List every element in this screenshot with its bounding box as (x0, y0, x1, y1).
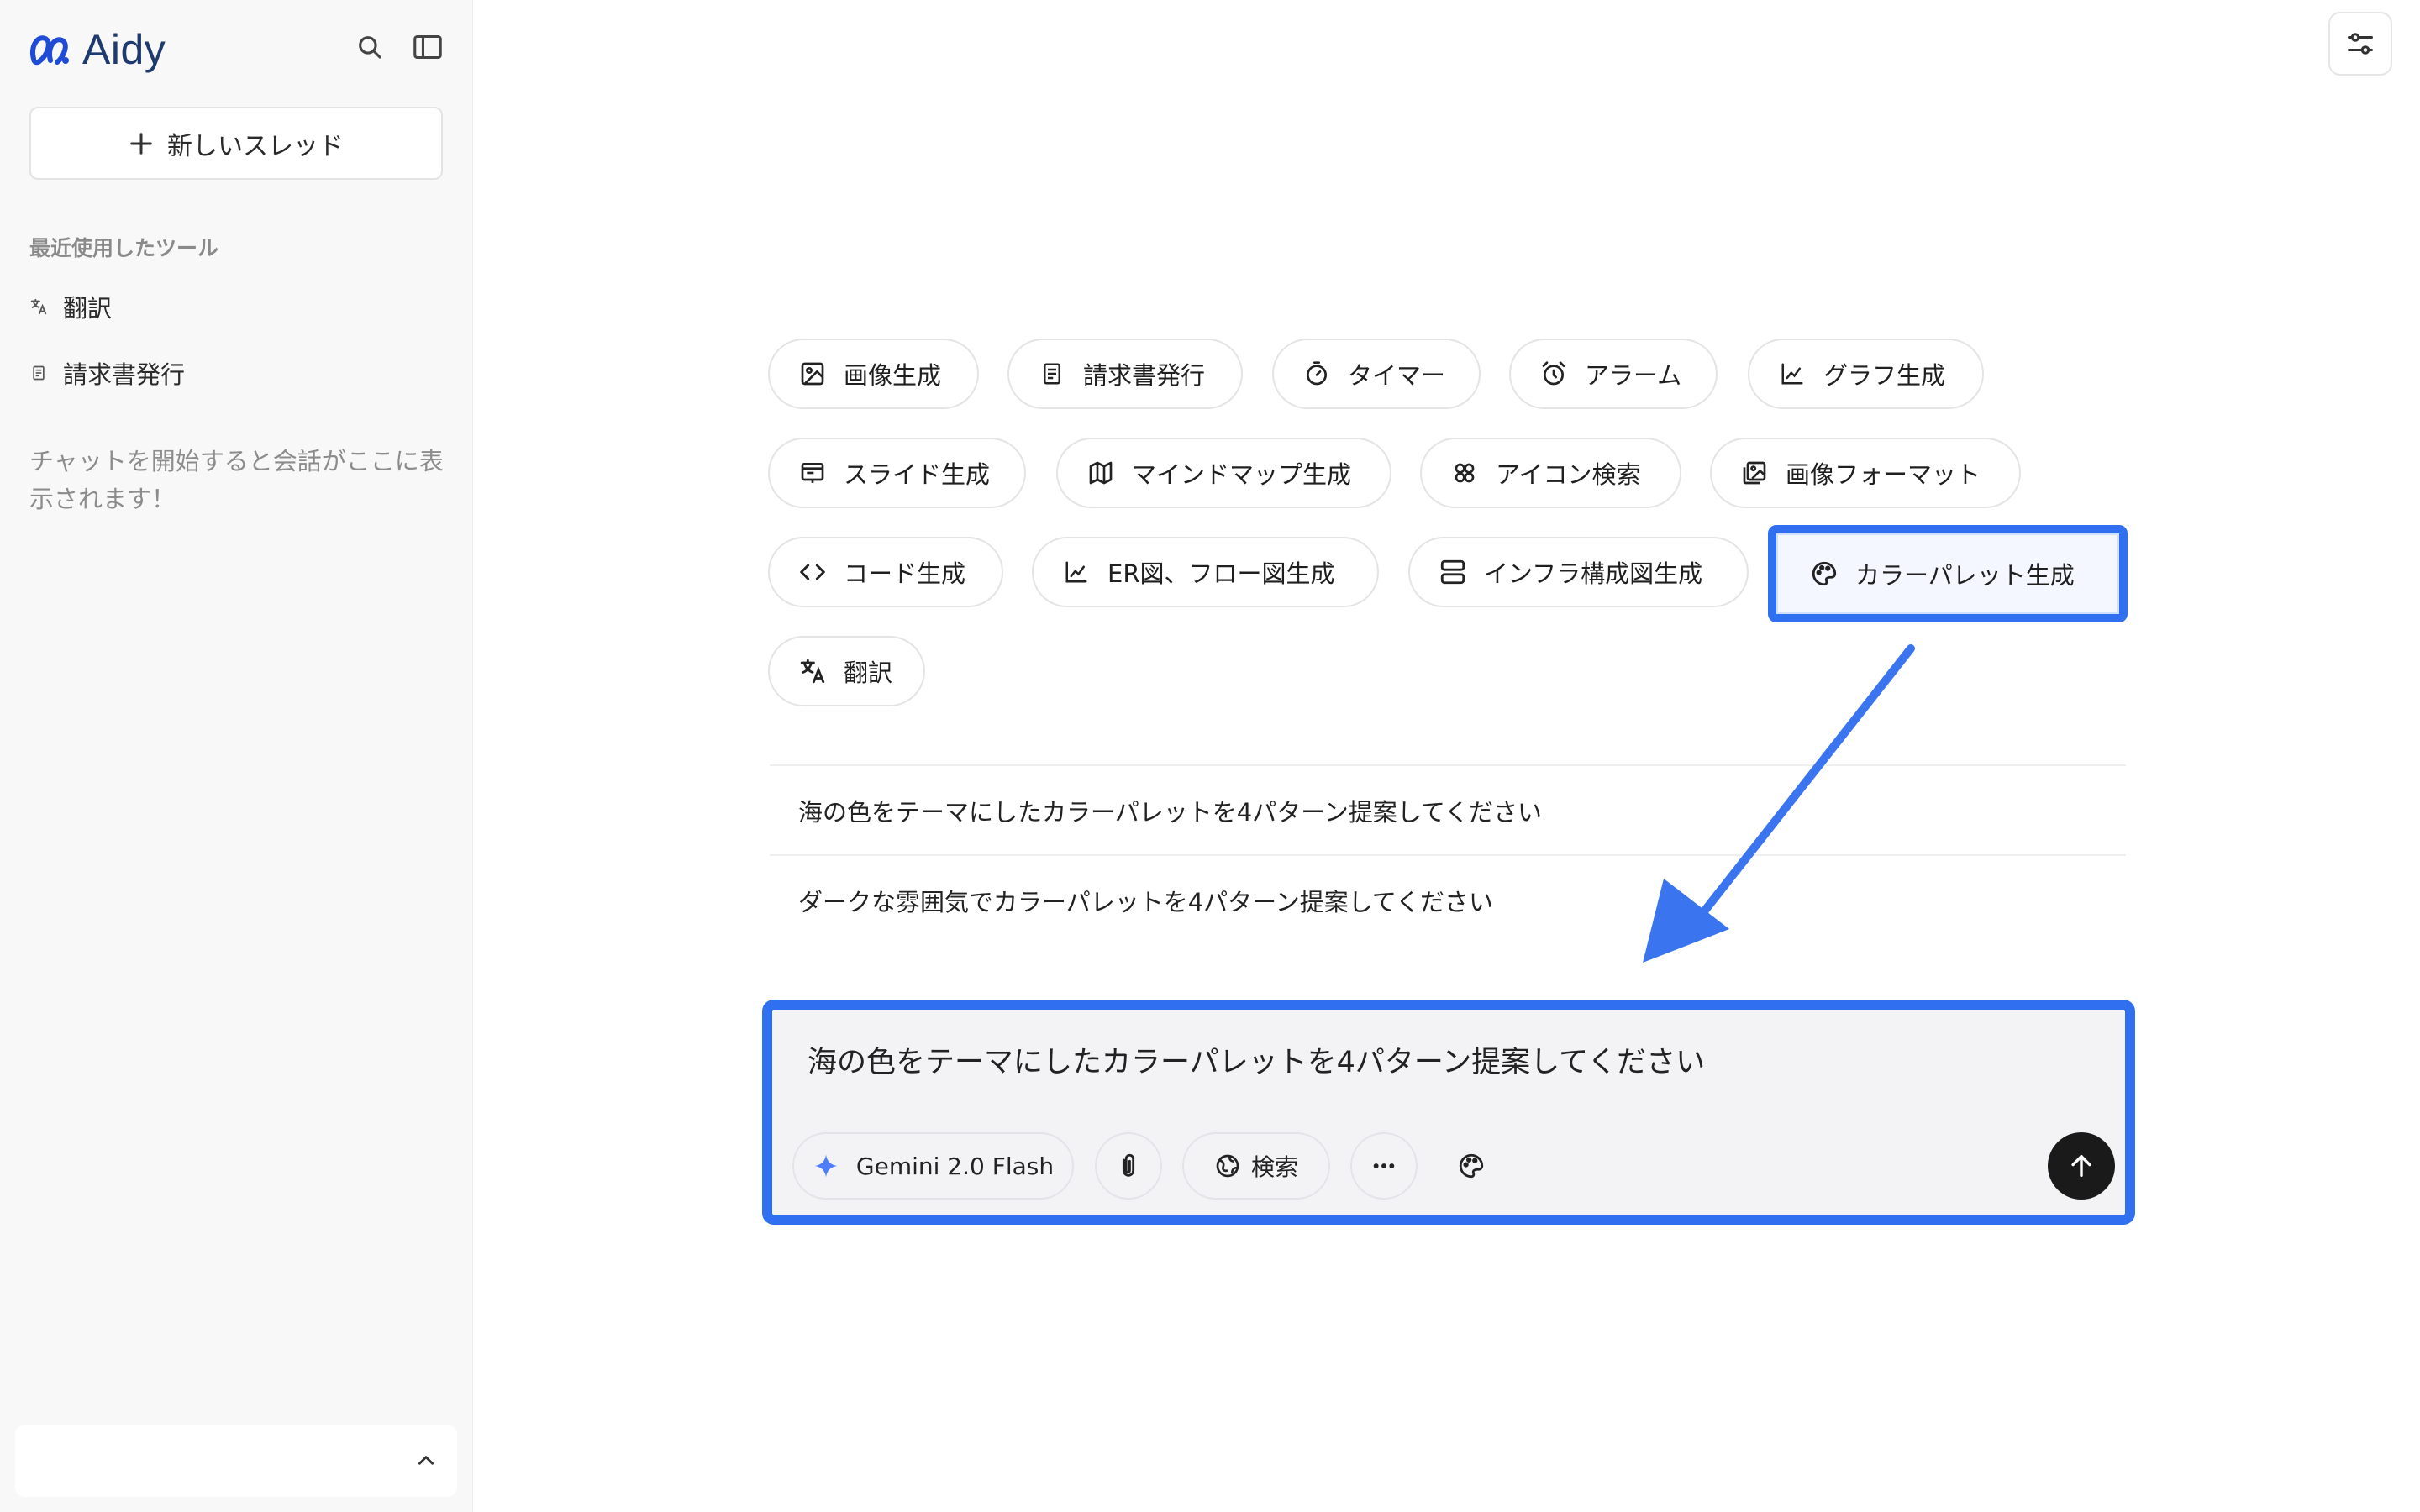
composer-input[interactable]: 海の色をテーマにしたカラーパレットを4パターン提案してください (808, 1038, 1705, 1081)
tool-chip-label: ER図、フロー図生成 (1107, 559, 1335, 588)
tool-chip-chart[interactable]: グラフ生成 (1748, 339, 1984, 409)
suggestion-item[interactable]: ダークな雰囲気でカラーパレットを4パターン提案してください (798, 883, 1493, 918)
icons-icon (1450, 459, 1479, 487)
divider (770, 854, 2126, 856)
tool-chip-translate[interactable]: 翻訳 (768, 636, 925, 706)
brand[interactable]: Aidy (29, 25, 166, 74)
tool-chip-slide[interactable]: スライド生成 (768, 438, 1026, 508)
code-icon (798, 558, 827, 586)
tool-chip-color-palette[interactable]: カラーパレット生成 (1768, 525, 2128, 622)
tool-chip-label: 画像フォーマット (1786, 460, 1981, 489)
tool-chip-label: タイマー (1348, 361, 1446, 390)
recent-item-translate[interactable]: 翻訳 (29, 289, 112, 324)
tool-chip-label: グラフ生成 (1823, 361, 1946, 390)
palette-icon (1459, 1153, 1484, 1179)
new-thread-label: 新しいスレッド (167, 131, 344, 161)
divider (770, 764, 2126, 766)
model-selector[interactable]: Gemini 2.0 Flash (792, 1132, 1074, 1200)
tool-chip-label: アイコン検索 (1496, 460, 1641, 489)
timer-icon (1302, 360, 1331, 388)
search-toggle-button[interactable]: 検索 (1182, 1132, 1330, 1200)
palette-tool-button[interactable] (1438, 1132, 1505, 1200)
tool-chip-image-generation[interactable]: 画像生成 (768, 339, 979, 409)
tool-chip-timer[interactable]: タイマー (1272, 339, 1481, 409)
tool-chip-label: カラーパレット生成 (1855, 561, 2075, 590)
server-icon (1439, 558, 1467, 586)
tool-chip-label: マインドマップ生成 (1132, 460, 1352, 489)
tool-chip-label: 翻訳 (844, 659, 893, 687)
model-label: Gemini 2.0 Flash (855, 1152, 1055, 1180)
globe-icon (1216, 1154, 1239, 1178)
invoice-icon (29, 364, 48, 382)
arrow-up-icon (2071, 1154, 2091, 1178)
settings-button[interactable] (2328, 12, 2392, 76)
message-composer[interactable]: 海の色をテーマにしたカラーパレットを4パターン提案してください Gemini 2… (762, 1000, 2135, 1225)
paperclip-icon (1122, 1153, 1135, 1177)
sliders-icon (2348, 33, 2373, 55)
tool-chip-invoice[interactable]: 請求書発行 (1007, 339, 1243, 409)
diagram-icon (1062, 558, 1091, 586)
translate-icon (29, 297, 48, 316)
tool-chip-alarm[interactable]: アラーム (1509, 339, 1718, 409)
tool-chip-code[interactable]: コード生成 (768, 537, 1003, 607)
translate-icon (798, 657, 827, 685)
attach-button[interactable] (1095, 1132, 1162, 1200)
sidebar-toggle-icon[interactable] (409, 29, 446, 66)
tool-chip-label: インフラ構成図生成 (1484, 559, 1703, 588)
sidebar: Aidy 新しいスレッド 最近使用したツール 翻訳 請求書発行 チャットを開始す… (0, 0, 473, 1512)
recent-item-invoice[interactable]: 請求書発行 (29, 355, 185, 391)
sparkle-icon (814, 1154, 838, 1178)
tool-chip-mindmap[interactable]: マインドマップ生成 (1056, 438, 1392, 508)
tool-chip-label: コード生成 (844, 559, 966, 588)
tool-chip-label: 画像生成 (844, 361, 942, 390)
aidy-logo-icon (30, 35, 69, 66)
tool-chip-label: アラーム (1585, 361, 1682, 390)
more-options-button[interactable] (1350, 1132, 1418, 1200)
tool-chip-er-diagram[interactable]: ER図、フロー図生成 (1032, 537, 1379, 607)
search-icon[interactable] (351, 29, 388, 66)
user-menu[interactable] (15, 1425, 457, 1497)
tool-chip-infra-diagram[interactable]: インフラ構成図生成 (1408, 537, 1749, 607)
chart-icon (1778, 360, 1807, 388)
image-format-icon (1740, 459, 1769, 487)
tool-chip-label: 請求書発行 (1083, 361, 1206, 390)
send-button[interactable] (2048, 1132, 2115, 1200)
palette-icon (1810, 559, 1839, 588)
map-icon (1086, 459, 1115, 487)
plus-icon (130, 132, 152, 155)
tool-chip-label: スライド生成 (844, 460, 991, 489)
brand-name: Aidy (82, 26, 166, 73)
slide-icon (798, 459, 827, 487)
search-toggle-label: 検索 (1250, 1153, 1298, 1181)
recent-item-label: 翻訳 (63, 294, 113, 323)
recent-item-label: 請求書発行 (63, 360, 186, 389)
image-icon (798, 360, 827, 388)
tool-chip-icon-search[interactable]: アイコン検索 (1420, 438, 1681, 508)
empty-history-note: チャットを開始すると会話がここに表示されます！ (29, 447, 444, 513)
new-thread-button[interactable]: 新しいスレッド (29, 107, 443, 180)
alarm-icon (1539, 360, 1568, 388)
recent-tools-heading: 最近使用したツール (29, 236, 219, 260)
suggestion-item[interactable]: 海の色をテーマにしたカラーパレットを4パターン提案してください (798, 793, 1542, 828)
more-icon (1373, 1163, 1395, 1168)
chevron-up-icon (418, 1456, 434, 1465)
tool-chip-image-format[interactable]: 画像フォーマット (1710, 438, 2021, 508)
invoice-icon (1038, 360, 1066, 388)
